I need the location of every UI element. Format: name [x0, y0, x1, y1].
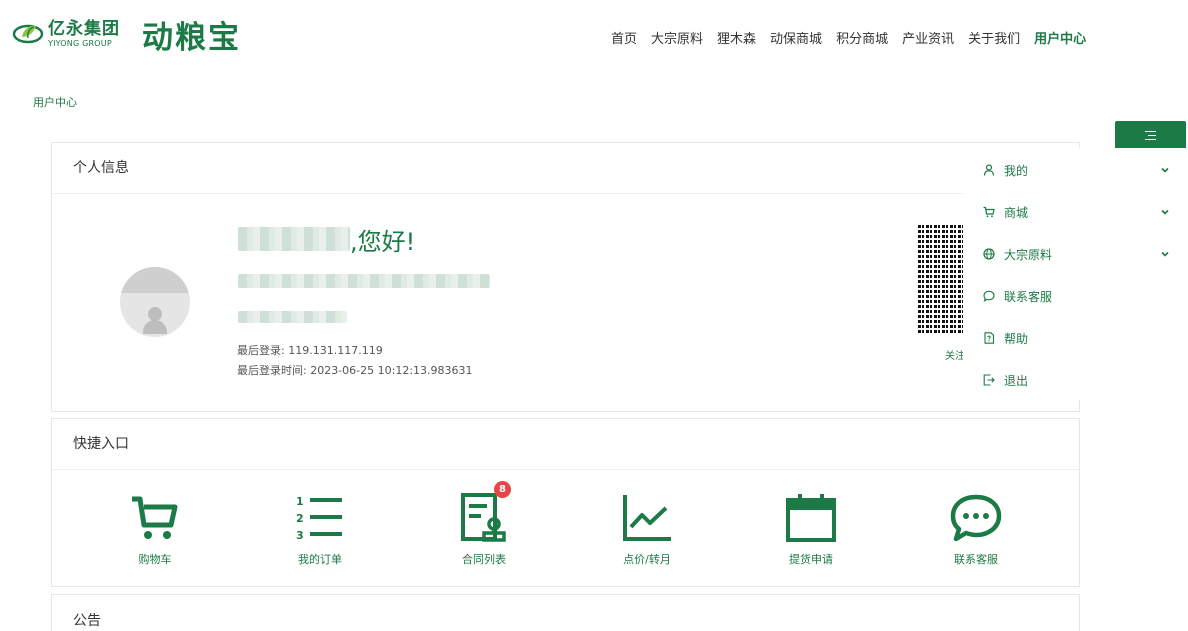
quick-entry-pickup-request[interactable]: 提货申请 — [763, 491, 859, 567]
quick-entry-customer-service[interactable]: 联系客服 — [928, 491, 1024, 567]
quick-entry-cart-label: 购物车 — [138, 553, 172, 566]
quick-entry-pickup-request-label: 提货申请 — [789, 553, 833, 566]
quick-entry-my-orders-label: 我的订单 — [298, 553, 342, 566]
username-redacted — [238, 227, 350, 251]
personal-info-title: 个人信息 — [52, 143, 1079, 194]
side-menu: 我的 商城 大宗原料 联系客服 帮助 退出 — [963, 148, 1188, 400]
calendar-icon — [786, 494, 836, 542]
quick-entry-customer-service-label: 联系客服 — [954, 553, 998, 566]
quick-entry-title: 快捷入口 — [52, 419, 1079, 470]
last-login-ip-row: 最后登录: 119.131.117.119 — [237, 342, 383, 358]
side-item-mine[interactable]: 我的 — [963, 149, 1188, 191]
cart-icon — [132, 496, 178, 539]
wechat-qr-code — [918, 223, 964, 333]
personal-info-panel: 个人信息 ,您好! 最后登录: 119.131.117.119 最后登录时间: … — [51, 142, 1080, 412]
svg-text:3: 3 — [296, 529, 304, 542]
menu-collapse-icon — [1145, 131, 1156, 140]
side-item-customer-service-label: 联系客服 — [1004, 289, 1053, 304]
quick-entry-pricing-label: 点价/转月 — [623, 553, 671, 566]
avatar[interactable] — [120, 267, 190, 337]
nav-item-limusen[interactable]: 狸木森 — [710, 28, 763, 47]
logo-company-name: 亿永集团 — [48, 18, 120, 39]
quick-entry-contract-list-label: 合同列表 — [462, 553, 506, 566]
qr-follow-label: 关注 — [945, 351, 965, 362]
side-item-mine-label: 我的 — [1004, 163, 1029, 178]
contract-count-badge: 8 — [494, 481, 511, 498]
notice-title: 公告 — [73, 613, 101, 629]
last-login-time-row: 最后登录时间: 2023-06-25 10:12:13.983631 — [237, 362, 473, 378]
nav-item-about-us[interactable]: 关于我们 — [961, 28, 1027, 47]
chat-icon — [983, 290, 995, 302]
quick-entry-cart[interactable]: 购物车 — [107, 491, 203, 567]
side-item-mall-label: 商城 — [1004, 205, 1029, 220]
redacted-detail-line — [238, 274, 490, 288]
logout-icon — [983, 374, 995, 386]
nav-item-animal-health-mall[interactable]: 动保商城 — [763, 28, 829, 47]
last-login-ip-label: 最后登录: — [237, 344, 285, 357]
contract-icon — [461, 493, 506, 542]
side-item-bulk-materials-label: 大宗原料 — [1004, 247, 1053, 262]
order-list-icon: 1 2 3 — [296, 495, 342, 542]
side-item-customer-service[interactable]: 联系客服 — [963, 275, 1188, 317]
side-item-logout[interactable]: 退出 — [963, 359, 1188, 401]
notice-panel: 公告 — [51, 594, 1080, 631]
side-item-help[interactable]: 帮助 — [963, 317, 1188, 359]
side-item-bulk-materials[interactable]: 大宗原料 — [963, 233, 1188, 275]
greeting-text: ,您好! — [350, 228, 416, 256]
nav-item-points-mall[interactable]: 积分商城 — [829, 28, 895, 47]
cart-icon — [983, 206, 995, 218]
quick-entry-pricing[interactable]: 点价/转月 — [599, 491, 695, 567]
chevron-down-icon — [1161, 251, 1169, 257]
redacted-detail-line-short — [238, 311, 347, 323]
leaf-logo-icon — [12, 24, 44, 44]
main-nav: 首页 大宗原料 狸木森 动保商城 积分商城 产业资讯 关于我们 用户中心 — [604, 28, 1093, 47]
logo-text: 亿永集团 YIYONG GROUP — [48, 18, 120, 48]
nav-item-user-center[interactable]: 用户中心 — [1027, 28, 1093, 47]
chevron-down-icon — [1161, 209, 1169, 215]
chat-icon — [950, 494, 1002, 542]
nav-item-bulk-materials[interactable]: 大宗原料 — [644, 28, 710, 47]
quick-entry-contract-list[interactable]: 8 合同列表 — [436, 481, 532, 567]
chevron-down-icon — [1161, 167, 1169, 173]
line-chart-icon — [623, 495, 671, 541]
breadcrumb[interactable]: 用户中心 — [33, 94, 77, 110]
side-item-mall[interactable]: 商城 — [963, 191, 1188, 233]
last-login-time-label: 最后登录时间: — [237, 364, 307, 377]
company-logo[interactable]: 亿永集团 YIYONG GROUP — [12, 18, 120, 50]
side-item-help-label: 帮助 — [1004, 331, 1029, 346]
side-menu-toggle-button[interactable] — [1115, 121, 1186, 150]
help-icon — [984, 332, 995, 344]
header: 亿永集团 YIYONG GROUP 动粮宝 首页 大宗原料 狸木森 动保商城 积… — [0, 0, 1188, 70]
svg-text:2: 2 — [296, 512, 304, 525]
user-icon — [983, 164, 995, 176]
globe-icon — [983, 248, 995, 260]
nav-item-home[interactable]: 首页 — [604, 28, 644, 47]
last-login-time-value: 2023-06-25 10:12:13.983631 — [310, 364, 473, 377]
logo-company-english: YIYONG GROUP — [48, 38, 112, 48]
quick-entry-my-orders[interactable]: 1 2 3 我的订单 — [272, 491, 368, 567]
svg-text:1: 1 — [296, 495, 304, 508]
nav-item-industry-news[interactable]: 产业资讯 — [895, 28, 961, 47]
avatar-body-shape — [143, 320, 167, 334]
avatar-head-shape — [148, 307, 162, 321]
side-item-logout-label: 退出 — [1004, 373, 1029, 388]
last-login-ip-value: 119.131.117.119 — [288, 344, 383, 357]
quick-entry-panel: 快捷入口 购物车 1 2 3 我的订单 8 合同列表 点价/转月 提货申请 联系… — [51, 418, 1080, 587]
brand-title[interactable]: 动粮宝 — [142, 12, 241, 57]
